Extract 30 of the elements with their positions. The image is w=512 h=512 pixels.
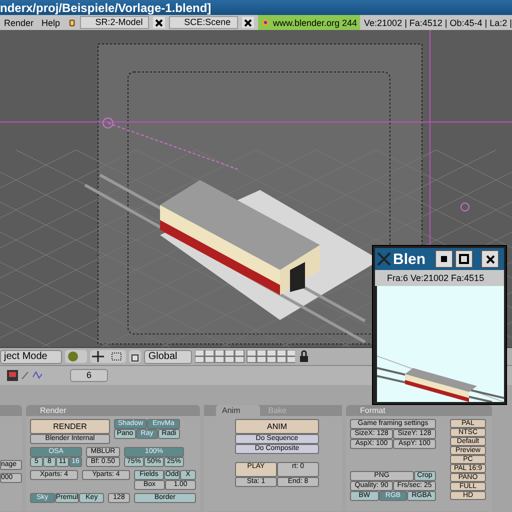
menu-item[interactable]: Help: [42, 18, 60, 28]
close-icon[interactable]: [242, 17, 254, 28]
version-badge: www.blender.org 244: [258, 15, 360, 30]
minimize-button[interactable]: [435, 250, 453, 268]
panel-title: Format: [360, 405, 386, 416]
panel-title: Render: [40, 405, 66, 416]
maximize-button[interactable]: [455, 250, 473, 268]
x-logo-icon: [377, 252, 391, 266]
scene-selector[interactable]: SCE:Scene: [169, 16, 238, 29]
lock-icon[interactable]: [298, 350, 310, 363]
scene-stats: Ve:21002 | Fa:4512 | Ob:45-4 | La:2 |: [364, 18, 512, 28]
shading-icon[interactable]: [65, 350, 88, 363]
orientation-dropdown[interactable]: Global: [144, 350, 192, 364]
manipulator-icon[interactable]: [90, 350, 126, 363]
close-icon[interactable]: [153, 17, 166, 28]
anim-button[interactable]: ANIM: [235, 419, 319, 434]
menu-item[interactable]: Render: [4, 18, 34, 28]
maximize-icon: [459, 254, 469, 264]
panel-tab[interactable]: Anim: [216, 405, 260, 416]
frame-field[interactable]: 6: [70, 369, 108, 382]
screen-icon[interactable]: [68, 16, 76, 28]
screen-selector[interactable]: SR:2-Model: [80, 16, 150, 29]
close-icon: [486, 254, 494, 264]
window-title: nderx/proj/Beispiele/Vorlage-1.blend]: [0, 0, 212, 14]
render-button[interactable]: RENDER: [30, 419, 110, 434]
layer-buttons-icon[interactable]: [195, 350, 296, 363]
close-button[interactable]: [481, 250, 499, 268]
render-stats: Fra:6 Ve:21002 Fa:4515: [375, 270, 504, 286]
render-window-title: Blen: [393, 250, 427, 268]
mode-dropdown[interactable]: ject Mode: [0, 350, 62, 364]
